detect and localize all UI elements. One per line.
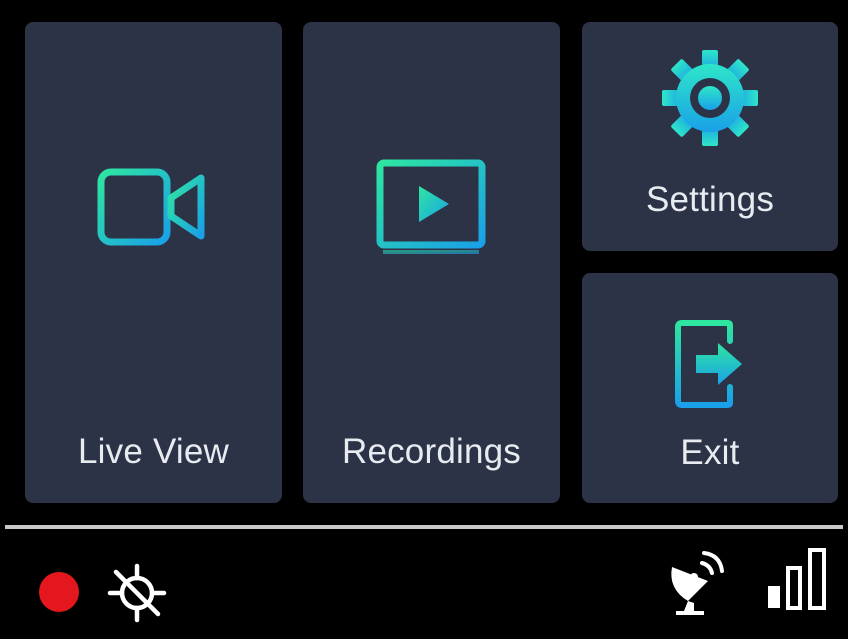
recording-dot-icon bbox=[39, 572, 79, 612]
gps-off-icon bbox=[107, 563, 167, 623]
status-divider bbox=[5, 525, 843, 529]
video-camera-icon bbox=[97, 168, 205, 246]
gear-icon bbox=[662, 50, 758, 146]
exit-door-icon bbox=[675, 320, 742, 408]
exit-button[interactable]: Exit bbox=[582, 273, 838, 503]
recordings-label: Recordings bbox=[341, 432, 522, 471]
settings-button[interactable]: Settings bbox=[582, 22, 838, 251]
satellite-dish-icon bbox=[671, 551, 724, 615]
settings-label: Settings bbox=[645, 180, 775, 219]
recordings-button[interactable]: Recordings bbox=[303, 22, 560, 503]
live-view-button[interactable]: Live View bbox=[25, 22, 282, 503]
play-screen-icon bbox=[376, 159, 486, 254]
signal-strength-icon bbox=[768, 548, 826, 610]
exit-label: Exit bbox=[680, 433, 740, 472]
live-view-label: Live View bbox=[78, 432, 229, 471]
